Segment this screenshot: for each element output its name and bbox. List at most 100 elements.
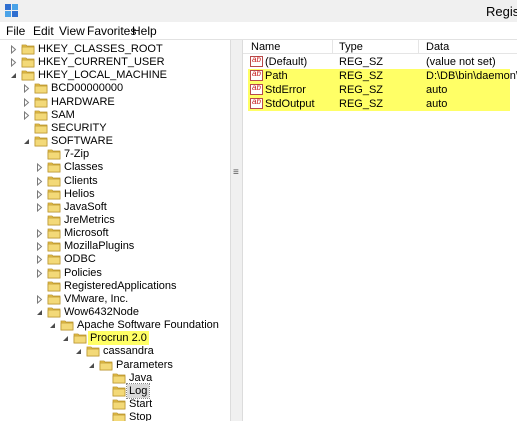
folder-icon (34, 123, 48, 134)
value-row[interactable]: ab StdError REG_SZ auto (248, 83, 510, 97)
menu-view[interactable]: View (59, 24, 85, 38)
collapsed-arrow-icon[interactable] (35, 255, 44, 264)
folder-icon (73, 333, 87, 344)
folder-icon (60, 320, 74, 331)
value-data: auto (426, 98, 448, 110)
tree-item-label: Start (129, 398, 153, 410)
folder-icon (47, 228, 61, 239)
folder-icon (86, 346, 100, 357)
collapsed-arrow-icon[interactable] (22, 111, 31, 120)
collapsed-arrow-icon[interactable] (9, 45, 18, 54)
string-value-icon: ab (250, 69, 263, 81)
tree-item-label: VMware, Inc. (64, 293, 129, 305)
tree-item[interactable]: Log (0, 383, 230, 399)
tree-item[interactable]: Clients (0, 175, 230, 188)
column-header-data[interactable]: Data (426, 41, 449, 53)
tree-item-label: HKEY_LOCAL_MACHINE (38, 69, 167, 81)
value-name: StdError (265, 84, 306, 96)
column-header-type[interactable]: Type (339, 41, 363, 53)
collapsed-arrow-icon[interactable] (35, 229, 44, 238)
tree-item-label: SOFTWARE (51, 135, 113, 147)
tree-item[interactable]: Stop (0, 411, 230, 421)
folder-icon (112, 399, 126, 410)
column-header-name[interactable]: Name (251, 41, 280, 53)
tree-item-label: Procrun 2.0 (88, 331, 149, 345)
tree-item[interactable]: SOFTWARE (0, 135, 230, 148)
menu-help[interactable]: Help (132, 24, 157, 38)
string-value-icon: ab (250, 97, 263, 109)
folder-icon (47, 268, 61, 279)
registry-key-tree[interactable]: HKEY_CLASSES_ROOT HKEY_CURRENT_USER HKEY_L… (0, 40, 230, 421)
folder-icon (34, 83, 48, 94)
registry-values-list[interactable]: Name Type Data ab (Default) REG_SZ (value n… (243, 40, 517, 421)
tree-item[interactable]: Parameters (0, 359, 230, 372)
tree-item-label: Parameters (116, 359, 173, 371)
collapsed-arrow-icon[interactable] (35, 163, 44, 172)
expanded-arrow-icon[interactable] (61, 334, 70, 343)
tree-item[interactable]: Classes (0, 161, 230, 174)
tree-item-label: RegisteredApplications (64, 280, 177, 292)
menu-favorites[interactable]: Favorites (87, 24, 136, 38)
expanded-arrow-icon[interactable] (9, 71, 18, 80)
value-row[interactable]: ab StdOutput REG_SZ auto (248, 97, 510, 111)
menu-bar: File Edit View Favorites Help (0, 22, 517, 40)
splitter-grip-icon: ≡ (233, 167, 239, 178)
string-value-icon: ab (250, 55, 263, 67)
collapsed-arrow-icon[interactable] (35, 177, 44, 186)
tree-item[interactable]: cassandra (0, 345, 230, 358)
tree-item-label: JreMetrics (64, 214, 115, 226)
tree-item[interactable]: Helios (0, 188, 230, 201)
expanded-arrow-icon[interactable] (74, 347, 83, 356)
tree-item[interactable]: Java (0, 372, 230, 385)
value-name: Path (265, 70, 288, 82)
tree-item[interactable]: HARDWARE (0, 96, 230, 109)
folder-icon (112, 412, 126, 421)
tree-item-label: Stop (129, 411, 152, 421)
folder-icon (47, 162, 61, 173)
folder-icon (47, 189, 61, 200)
expanded-arrow-icon[interactable] (87, 361, 96, 370)
tree-item-label: Java (129, 372, 153, 384)
expanded-arrow-icon[interactable] (22, 137, 31, 146)
expanded-arrow-icon[interactable] (35, 308, 44, 317)
registry-editor-icon (5, 4, 18, 17)
icon-glyph: ab (252, 83, 261, 92)
folder-icon (21, 44, 35, 55)
pane-splitter[interactable]: ≡ (230, 40, 243, 421)
tree-item-label: SAM (51, 109, 75, 121)
tree-item[interactable]: Start (0, 398, 230, 411)
value-row[interactable]: ab Path REG_SZ D:\DB\bin\daemon\ (248, 69, 517, 83)
collapsed-arrow-icon[interactable] (22, 98, 31, 107)
collapsed-arrow-icon[interactable] (35, 190, 44, 199)
tree-item-label: HARDWARE (51, 96, 115, 108)
menu-edit[interactable]: Edit (33, 24, 54, 38)
string-value-icon: ab (250, 83, 263, 95)
tree-item[interactable]: BCD00000000 (0, 82, 230, 95)
folder-icon (21, 57, 35, 68)
tree-item[interactable]: MozillaPlugins (0, 240, 230, 253)
tree-item-label: Wow6432Node (64, 306, 140, 318)
tree-item-label: HKEY_CLASSES_ROOT (38, 43, 163, 55)
folder-icon (112, 373, 126, 384)
folder-icon (99, 360, 113, 371)
collapsed-arrow-icon[interactable] (9, 58, 18, 67)
value-row[interactable]: ab (Default) REG_SZ (value not set) (248, 55, 510, 69)
folder-icon (34, 136, 48, 147)
collapsed-arrow-icon[interactable] (35, 242, 44, 251)
tree-item[interactable]: SAM (0, 109, 230, 122)
tree-item[interactable]: JreMetrics (0, 214, 230, 227)
column-divider[interactable] (418, 40, 419, 54)
collapsed-arrow-icon[interactable] (22, 84, 31, 93)
tree-item[interactable]: SECURITY (0, 122, 230, 135)
collapsed-arrow-icon[interactable] (35, 203, 44, 212)
menu-file[interactable]: File (6, 24, 25, 38)
folder-icon (47, 241, 61, 252)
collapsed-arrow-icon[interactable] (35, 269, 44, 278)
folder-icon (47, 294, 61, 305)
expanded-arrow-icon[interactable] (48, 321, 57, 330)
tree-item-label: Log (125, 383, 151, 399)
column-divider[interactable] (332, 40, 333, 54)
collapsed-arrow-icon[interactable] (35, 295, 44, 304)
tree-item[interactable]: 7-Zip (0, 148, 230, 161)
tree-item[interactable]: ODBC (0, 253, 230, 266)
